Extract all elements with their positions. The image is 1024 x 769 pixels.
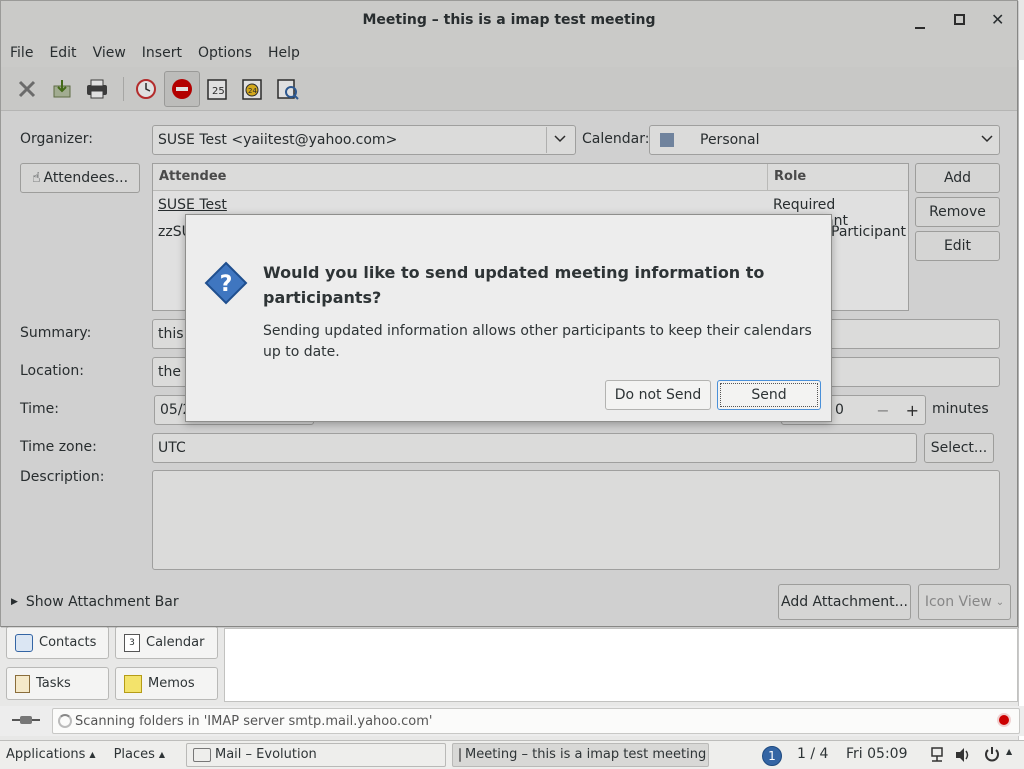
memos-icon <box>124 674 142 693</box>
menu-arrow-icon: ▲ <box>89 750 96 759</box>
menu-arrow-icon[interactable]: ▲ <box>1006 747 1012 756</box>
applications-menu[interactable]: Applications ▲ <box>0 741 102 769</box>
do-not-send-button[interactable]: Do not Send <box>605 380 711 410</box>
clock[interactable]: Fri 05:09 <box>846 746 907 762</box>
calendar-icon: 3 <box>124 633 140 652</box>
status-text: Scanning folders in 'IMAP server smtp.ma… <box>75 713 433 729</box>
taskbar-mail-evolution[interactable]: Mail – Evolution <box>186 742 446 767</box>
places-menu[interactable]: Places ▲ <box>108 741 172 769</box>
switcher-contacts-button[interactable]: Contacts <box>6 626 109 659</box>
notification-badge[interactable]: 1 <box>762 746 782 766</box>
switcher-tasks-label: Tasks <box>36 676 71 691</box>
question-icon: ? <box>204 261 248 305</box>
svg-text:?: ? <box>220 272 233 297</box>
switcher-memos-label: Memos <box>148 676 195 691</box>
power-icon[interactable] <box>984 746 1000 762</box>
spinner-icon <box>58 714 72 728</box>
switcher-calendar-button[interactable]: 3 Calendar <box>115 626 218 659</box>
stop-activity-icon[interactable] <box>997 713 1011 727</box>
dialog-title: Would you like to send updated meeting i… <box>263 263 765 307</box>
evolution-icon <box>459 747 461 762</box>
switcher-tasks-button[interactable]: Tasks <box>6 667 109 700</box>
workspace-indicator[interactable]: 1 / 4 <box>797 746 828 762</box>
volume-icon[interactable] <box>955 747 971 763</box>
menu-arrow-icon: ▲ <box>158 750 166 759</box>
evolution-content-list <box>224 628 1018 702</box>
taskbar: Applications ▲ Places ▲ Mail – Evolution… <box>0 740 1024 768</box>
switcher-memos-button[interactable]: Memos <box>115 667 218 700</box>
switcher-calendar-label: Calendar <box>146 635 205 650</box>
taskbar-meeting-window[interactable]: Meeting – this is a imap test meeting <box>452 742 709 767</box>
contacts-icon <box>15 633 33 652</box>
dialog-message: Sending updated information allows other… <box>263 323 812 360</box>
switcher-contacts-label: Contacts <box>39 635 97 650</box>
evolution-icon <box>193 747 211 762</box>
send-button[interactable]: Send <box>717 380 821 410</box>
tasks-icon <box>15 674 30 693</box>
status-message: Scanning folders in 'IMAP server smtp.ma… <box>52 708 1020 734</box>
network-icon[interactable] <box>930 747 944 763</box>
offline-toggle-icon[interactable] <box>12 712 42 728</box>
